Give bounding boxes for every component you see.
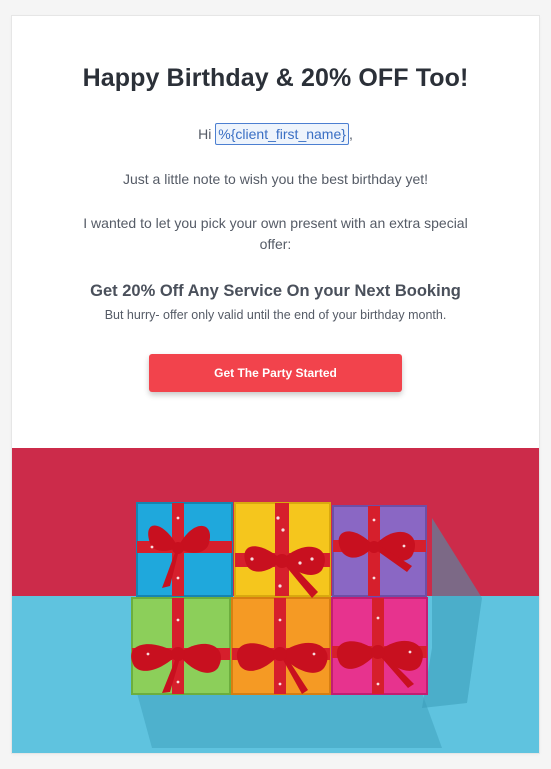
gift-boxes-image bbox=[12, 448, 539, 753]
email-card: Happy Birthday & 20% OFF Too! Hi %{clien… bbox=[12, 16, 539, 753]
email-headline: Happy Birthday & 20% OFF Too! bbox=[82, 64, 469, 92]
birthday-note: Just a little note to wish you the best … bbox=[122, 171, 429, 187]
offer-heading: Get 20% Off Any Service On your Next Boo… bbox=[90, 282, 461, 300]
get-party-started-button[interactable]: Get The Party Started bbox=[149, 354, 402, 392]
offer-intro: I wanted to let you pick your own presen… bbox=[83, 215, 468, 252]
gift-shadow-bottom bbox=[137, 693, 442, 748]
greeting-suffix: , bbox=[348, 126, 353, 142]
client-first-name-merge-tag[interactable]: %{client_first_name} bbox=[215, 123, 349, 145]
greeting-prefix: Hi bbox=[198, 126, 216, 142]
offer-subtext: But hurry- offer only valid until the en… bbox=[104, 308, 447, 322]
email-content: Happy Birthday & 20% OFF Too! Hi %{clien… bbox=[12, 16, 539, 448]
greeting: Hi %{client_first_name}, bbox=[12, 123, 539, 145]
